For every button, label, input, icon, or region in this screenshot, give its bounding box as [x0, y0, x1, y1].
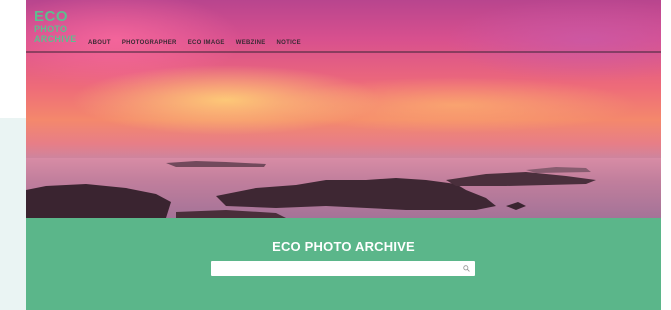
logo-line-1: ECO	[34, 8, 69, 25]
nav-item-eco-image[interactable]: ECO IMAGE	[188, 40, 225, 46]
island-silhouettes	[26, 161, 596, 218]
page-margin	[661, 0, 671, 310]
main-nav: ABOUT PHOTOGRAPHER ECO IMAGE WEBZINE NOT…	[88, 40, 301, 46]
logo-line-2: PHOTO	[34, 24, 68, 34]
archive-title: ECO PHOTO ARCHIVE	[272, 239, 415, 254]
search-box[interactable]	[211, 261, 475, 276]
nav-item-webzine[interactable]: WEBZINE	[236, 40, 266, 46]
site-header: ECO PHOTO ARCHIVE ABOUT PHOTOGRAPHER ECO…	[26, 0, 661, 53]
header-divider	[26, 51, 661, 53]
website-page: ECO PHOTO ARCHIVE ABOUT PHOTOGRAPHER ECO…	[26, 0, 661, 310]
search-input[interactable]	[215, 261, 455, 276]
site-logo[interactable]: ECO PHOTO ARCHIVE	[34, 8, 86, 44]
nav-item-about[interactable]: ABOUT	[88, 40, 111, 46]
nav-item-photographer[interactable]: PHOTOGRAPHER	[122, 40, 177, 46]
nav-item-notice[interactable]: NOTICE	[277, 40, 301, 46]
search-icon[interactable]	[463, 265, 470, 272]
background-panel	[0, 118, 26, 310]
logo-line-3: ARCHIVE	[34, 34, 77, 44]
search-section: ECO PHOTO ARCHIVE	[26, 218, 661, 310]
